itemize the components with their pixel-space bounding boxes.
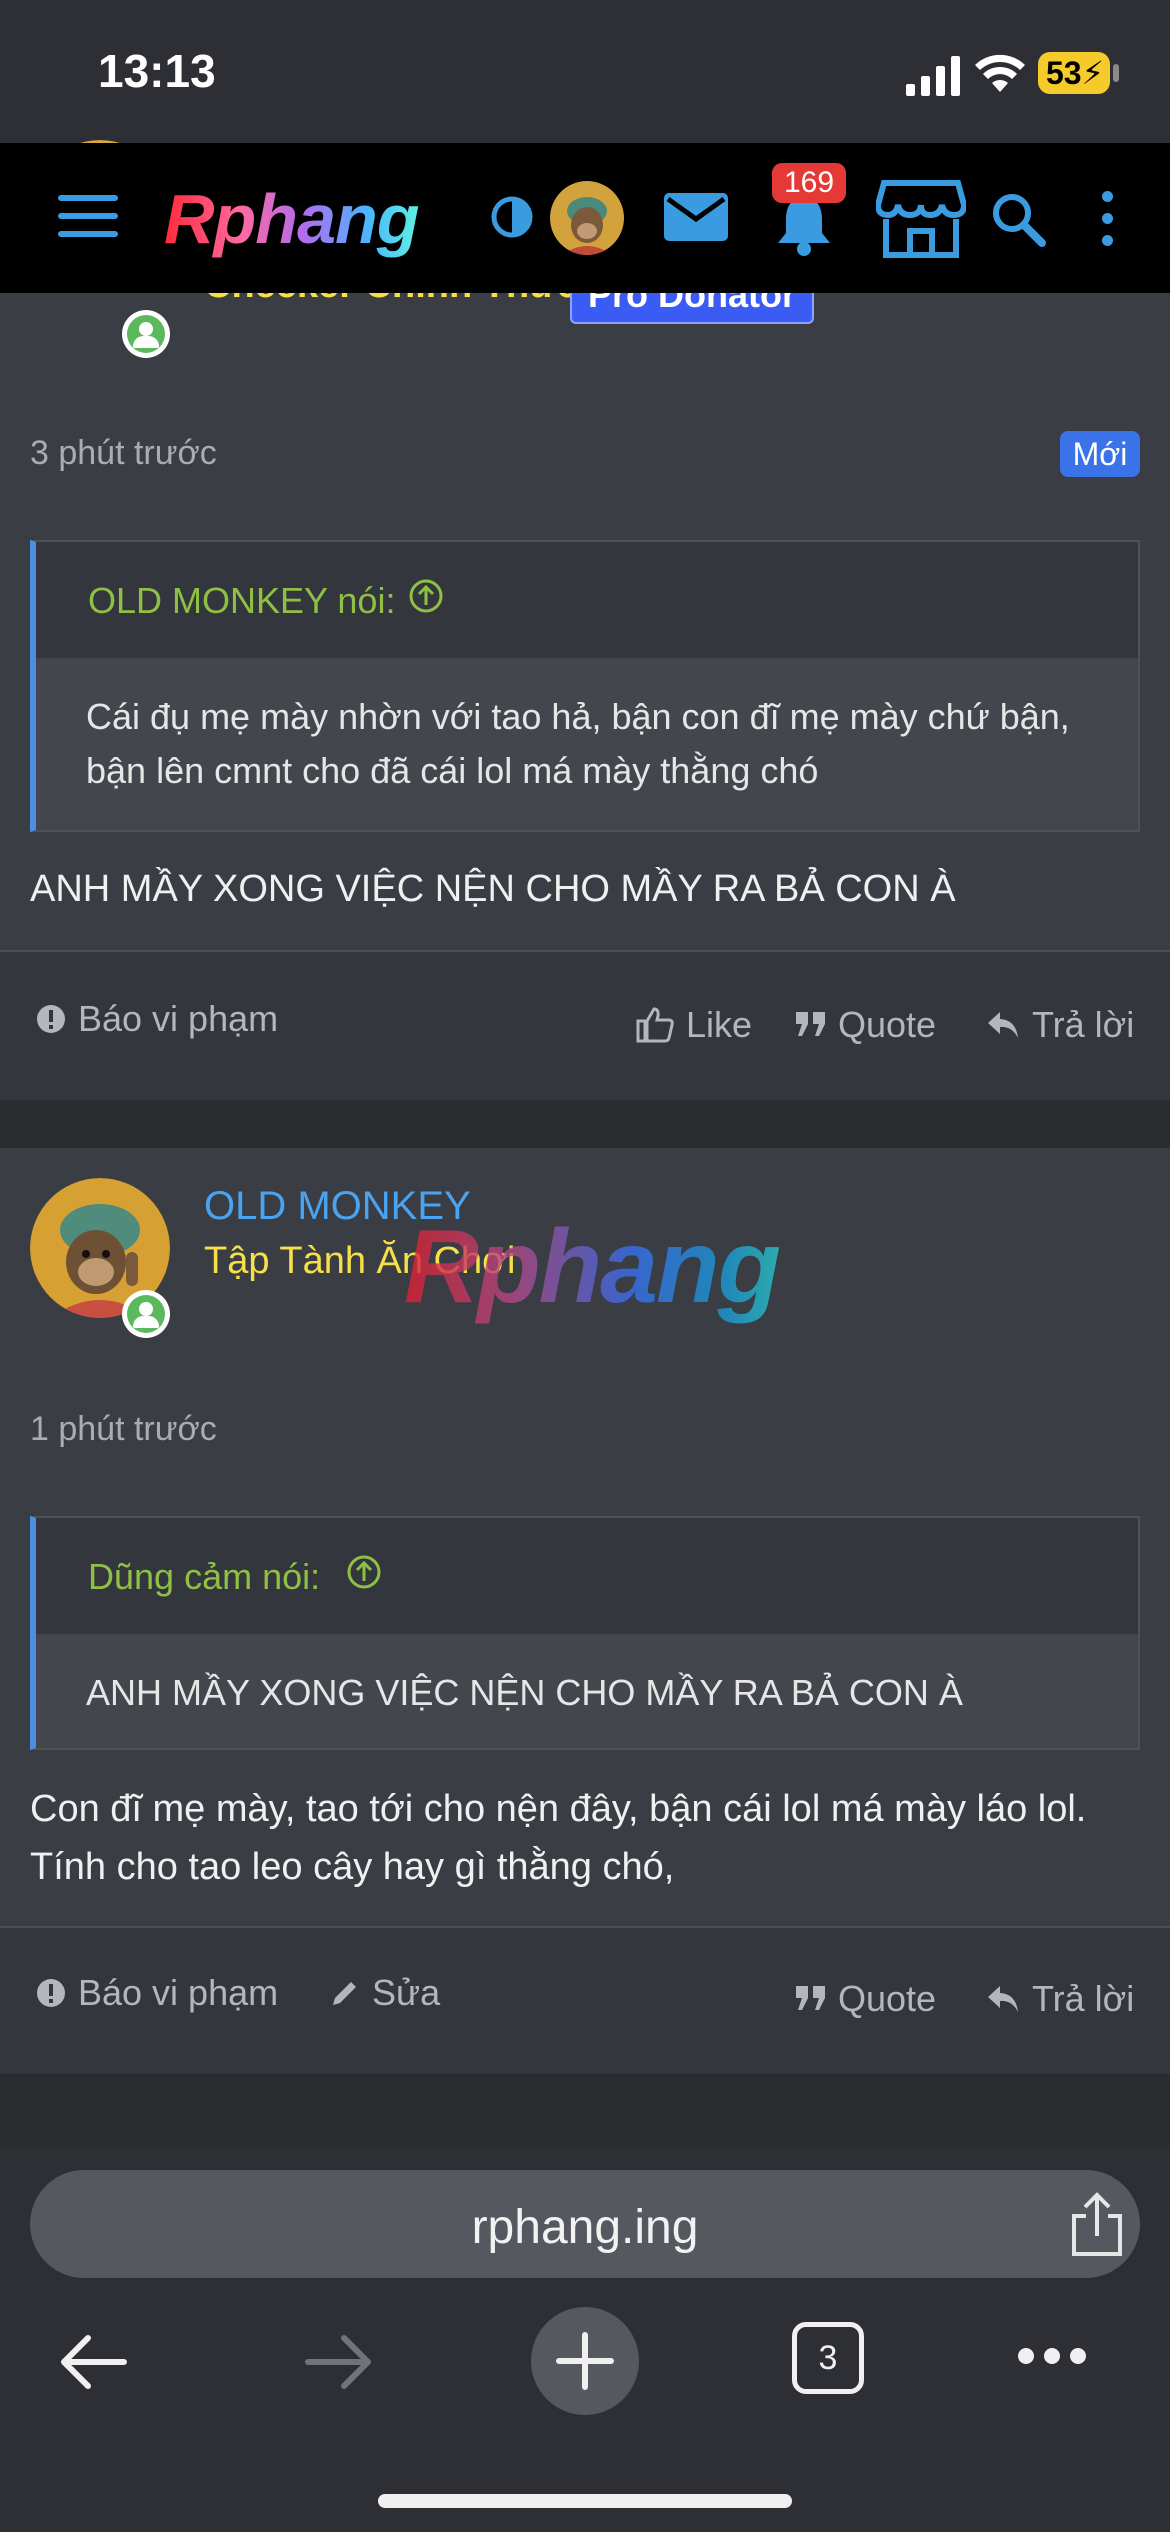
warning-icon: [37, 1979, 65, 2007]
post1-actions: Báo vi phạm Like Quote Trả lời: [0, 950, 1170, 1102]
like-button[interactable]: Like: [636, 1004, 752, 1046]
post1-quote: OLD MONKEY nói: Cái đụ mẹ mày nhờn với t…: [30, 540, 1140, 832]
rphang-watermark-logo: Rphang: [404, 1209, 781, 1325]
online-status-icon: [122, 310, 170, 358]
quote-author[interactable]: OLD MONKEY nói:: [88, 580, 395, 622]
post1-text: ANH MẦY XONG VIỆC NỆN CHO MẦY RA BẢ CON …: [30, 868, 956, 910]
jump-to-quote-icon[interactable]: [346, 1554, 382, 1590]
store-icon[interactable]: [876, 179, 966, 259]
post2-time[interactable]: 1 phút trước: [30, 1410, 217, 1449]
battery-tail: [1113, 64, 1119, 82]
back-arrow-icon[interactable]: [58, 2326, 130, 2398]
notification-count-badge: 169: [772, 163, 846, 203]
mail-icon[interactable]: [664, 193, 728, 241]
quote-button[interactable]: Quote: [796, 1978, 936, 2020]
browser-toolbar: rphang.ing 3: [0, 2148, 1170, 2532]
more-vertical-icon[interactable]: [1098, 191, 1116, 247]
warning-icon: [37, 1005, 65, 1033]
search-icon[interactable]: [990, 191, 1046, 247]
reply-button[interactable]: Trả lời: [986, 1978, 1134, 2020]
status-time: 13:13: [98, 45, 216, 97]
quote-header: OLD MONKEY nói:: [36, 542, 1138, 658]
new-tab-plus-icon[interactable]: [530, 2306, 640, 2416]
url-text: rphang.ing: [471, 2201, 699, 2254]
edit-button[interactable]: Sửa: [330, 1972, 440, 2014]
post2-actions: Báo vi phạm Sửa Quote Trả lời: [0, 1926, 1170, 2076]
post-separator: [0, 1100, 1170, 1148]
jump-to-quote-icon[interactable]: [408, 578, 444, 614]
post2-text: Con đĩ mẹ mày, tao tới cho nện đây, bận …: [30, 1788, 1087, 1888]
status-bar: 13:13 53⚡: [0, 0, 1170, 143]
wifi-icon: [975, 54, 1025, 92]
post-separator: [0, 2074, 1170, 2148]
quote-text: Cái đụ mẹ mày nhờn với tao hả, bận con đ…: [36, 658, 1138, 830]
quote-header: Dũng cảm nói:: [36, 1518, 1138, 1634]
reply-arrow-icon: [988, 1012, 1018, 1038]
reply-arrow-icon: [988, 1986, 1018, 2012]
quote-text: ANH MẦY XONG VIỆC NỆN CHO MẦY RA BẢ CON …: [36, 1634, 1138, 1748]
new-badge: Mới: [1060, 431, 1140, 477]
hamburger-menu-icon[interactable]: [58, 195, 118, 237]
battery-indicator: 53⚡: [1038, 52, 1110, 94]
quote-author[interactable]: Dũng cảm nói:: [88, 1556, 320, 1598]
theme-toggle-icon[interactable]: [490, 195, 534, 239]
share-icon[interactable]: [1066, 2192, 1128, 2258]
pencil-icon: [333, 1982, 356, 2005]
post2-quote: Dũng cảm nói: ANH MẦY XONG VIỆC NỆN CHO …: [30, 1516, 1140, 1750]
user-avatar[interactable]: [550, 181, 624, 255]
quote-marks-icon: [796, 1986, 825, 2010]
tab-count-button[interactable]: 3: [792, 2322, 864, 2394]
online-status-icon: [122, 1290, 170, 1338]
cellular-signal-icon: [906, 56, 960, 96]
home-indicator[interactable]: [378, 2494, 792, 2508]
quote-button[interactable]: Quote: [796, 1004, 936, 1046]
top-nav-bar: Rphang 169: [0, 143, 1170, 293]
address-bar[interactable]: rphang.ing: [30, 2170, 1140, 2278]
post1-time[interactable]: 3 phút trước: [30, 434, 217, 473]
report-button[interactable]: Báo vi phạm: [36, 1972, 278, 2014]
more-horizontal-icon[interactable]: [1016, 2346, 1088, 2366]
quote-marks-icon: [796, 1012, 825, 1036]
report-button[interactable]: Báo vi phạm: [36, 998, 278, 1040]
site-logo[interactable]: Rphang: [164, 179, 420, 259]
thumbs-up-icon: [636, 1007, 674, 1043]
forward-arrow-icon[interactable]: [302, 2326, 374, 2398]
reply-button[interactable]: Trả lời: [986, 1004, 1134, 1046]
